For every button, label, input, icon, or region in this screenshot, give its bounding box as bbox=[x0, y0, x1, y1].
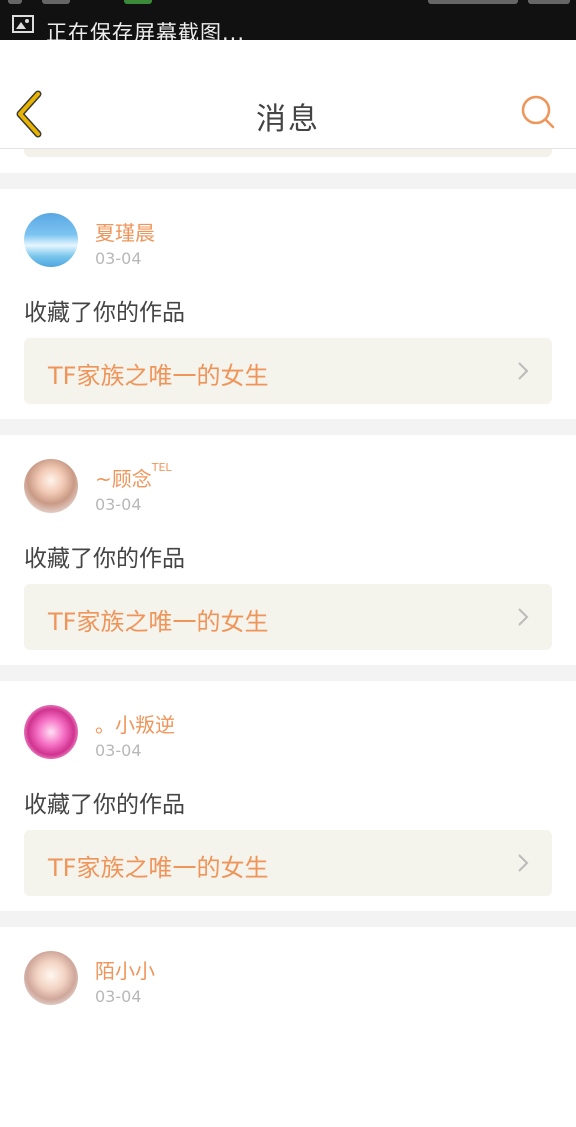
work-link[interactable]: TF家族之唯一的女生 bbox=[24, 338, 552, 404]
message-card: ~顾念TEL 03-04 收藏了你的作品 TF家族之唯一的女生 bbox=[0, 435, 576, 665]
page-title: 消息 bbox=[256, 102, 320, 137]
app-header: 消息 bbox=[0, 40, 576, 149]
previous-card bbox=[0, 149, 576, 173]
username[interactable]: 夏瑾晨 bbox=[95, 217, 155, 246]
message-list[interactable]: 夏瑾晨 03-04 收藏了你的作品 TF家族之唯一的女生 ~顾念TEL 03-0… bbox=[0, 149, 576, 1127]
message-date: 03-04 bbox=[95, 987, 142, 1006]
avatar[interactable] bbox=[24, 213, 78, 267]
message-date: 03-04 bbox=[95, 495, 142, 514]
work-title: TF家族之唯一的女生 bbox=[48, 854, 269, 882]
screenshot-notification: 正在保存屏幕截图... bbox=[46, 21, 246, 40]
avatar[interactable] bbox=[24, 705, 78, 759]
username[interactable]: 。小叛逆 bbox=[95, 709, 175, 738]
message-date: 03-04 bbox=[95, 249, 142, 268]
action-text: 收藏了你的作品 bbox=[24, 546, 185, 572]
action-text: 收藏了你的作品 bbox=[24, 300, 185, 326]
message-card: 。小叛逆 03-04 收藏了你的作品 TF家族之唯一的女生 bbox=[0, 681, 576, 911]
status-bar: 正在保存屏幕截图... bbox=[0, 0, 576, 40]
chevron-right-icon bbox=[518, 608, 529, 626]
image-icon bbox=[12, 15, 34, 33]
message-card: 夏瑾晨 03-04 收藏了你的作品 TF家族之唯一的女生 bbox=[0, 189, 576, 419]
status-icons bbox=[8, 0, 570, 6]
avatar[interactable] bbox=[24, 459, 78, 513]
avatar[interactable] bbox=[24, 951, 78, 1005]
work-link[interactable]: TF家族之唯一的女生 bbox=[24, 584, 552, 650]
chevron-right-icon bbox=[518, 362, 529, 380]
message-date: 03-04 bbox=[95, 741, 142, 760]
username-suffix: TEL bbox=[151, 461, 172, 474]
action-text: 收藏了你的作品 bbox=[24, 792, 185, 818]
chevron-right-icon bbox=[518, 854, 529, 872]
work-title: TF家族之唯一的女生 bbox=[48, 362, 269, 390]
username[interactable]: 陌小小 bbox=[95, 955, 155, 984]
message-card: 陌小小 03-04 bbox=[0, 927, 576, 1127]
search-icon bbox=[521, 95, 555, 129]
search-button[interactable] bbox=[520, 94, 556, 130]
work-link[interactable]: TF家族之唯一的女生 bbox=[24, 830, 552, 896]
work-title: TF家族之唯一的女生 bbox=[48, 608, 269, 636]
username[interactable]: ~顾念TEL bbox=[95, 461, 172, 492]
